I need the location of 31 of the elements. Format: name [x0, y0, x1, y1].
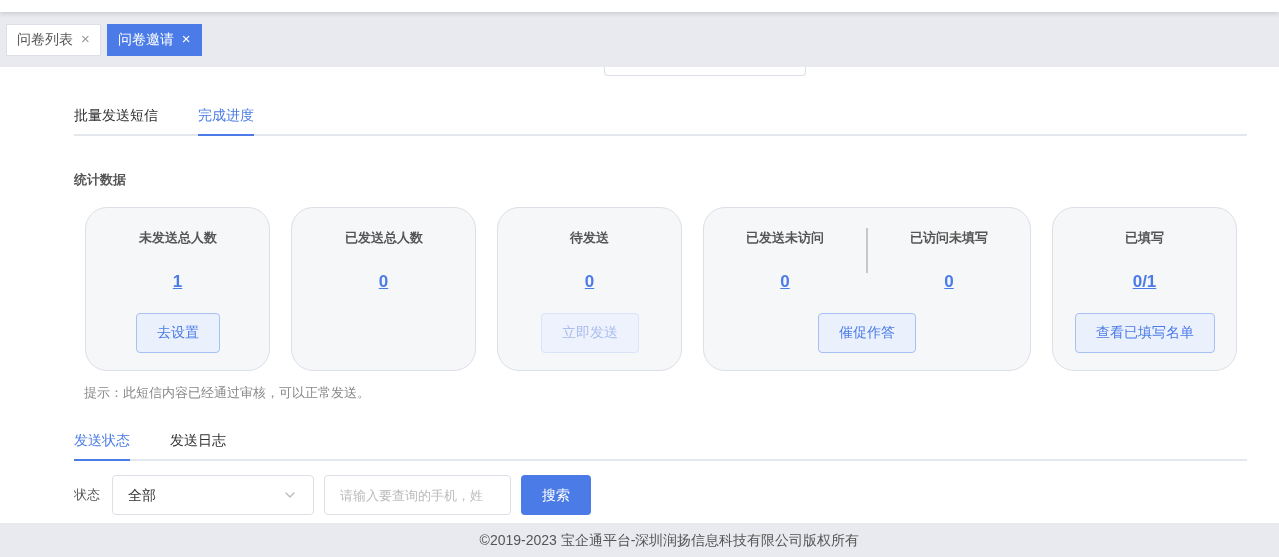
- stat-label: 待发送: [570, 228, 609, 247]
- stat-value[interactable]: 0: [584, 269, 595, 295]
- stat-value[interactable]: 0/1: [1132, 269, 1157, 295]
- tab[interactable]: 完成进度: [198, 105, 254, 136]
- stat-label: 已发送未访问: [746, 228, 824, 247]
- input-field[interactable]: [604, 67, 806, 76]
- hint-text: 提示：此短信内容已经通过审核，可以正常发送。: [84, 383, 371, 402]
- tab[interactable]: 发送状态: [74, 430, 130, 461]
- stat-value[interactable]: 0: [780, 269, 790, 295]
- status-select[interactable]: 全部: [112, 475, 314, 515]
- action-button[interactable]: 查看已填写名单: [1074, 312, 1215, 353]
- tab[interactable]: 发送日志: [170, 430, 226, 461]
- stat-label: 已发送总人数: [344, 228, 423, 247]
- footer: ©2019-2023 宝企通平台-深圳润扬信息科技有限公司版权所有: [0, 523, 1279, 557]
- search-button[interactable]: 搜索: [521, 475, 591, 515]
- stat-value[interactable]: 0: [944, 269, 954, 295]
- stat-label: 已填写: [1125, 228, 1164, 247]
- stat-value[interactable]: 0: [378, 269, 389, 295]
- search-field[interactable]: 请输入要查询的手机，姓: [324, 475, 511, 515]
- page-tab[interactable]: 问卷邀请 ×: [106, 23, 202, 56]
- action-button[interactable]: 去设置: [135, 312, 220, 353]
- status-label: 状态: [74, 486, 100, 505]
- action-button[interactable]: 催促作答: [818, 312, 916, 353]
- stat-label: 已访问未填写: [910, 228, 988, 247]
- stat-label: 未发送总人数: [138, 228, 217, 247]
- page-tab[interactable]: 问卷列表 ×: [6, 23, 101, 56]
- close-icon[interactable]: ×: [181, 28, 191, 51]
- close-icon[interactable]: ×: [81, 28, 90, 51]
- tab[interactable]: 批量发送短信: [74, 105, 158, 136]
- stat-value[interactable]: 1: [172, 269, 183, 295]
- section-title: 统计数据: [74, 171, 127, 189]
